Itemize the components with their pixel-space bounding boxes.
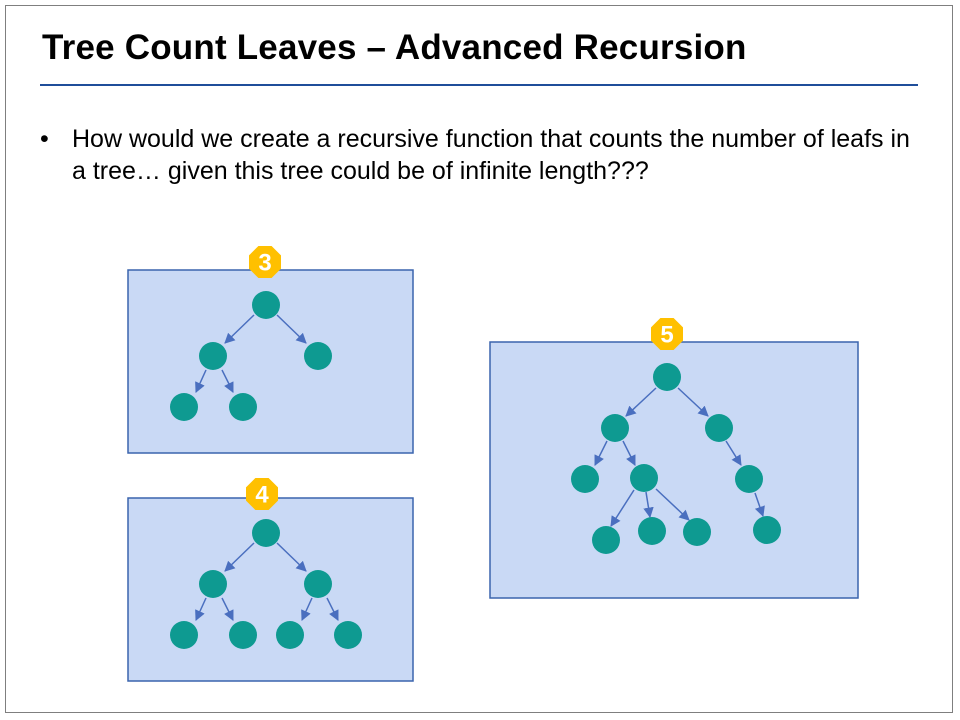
tree-1-node-leaf [304, 342, 332, 370]
tree-3-node-root [653, 363, 681, 391]
tree-2-node-leaf [334, 621, 362, 649]
tree-1-node-leaf [170, 393, 198, 421]
tree-1-node [199, 342, 227, 370]
tree-3-node-leaf [571, 465, 599, 493]
leaf-count-badge-1: 3 [249, 246, 281, 278]
tree-2-node-root [252, 519, 280, 547]
tree-3-node-leaf [592, 526, 620, 554]
leaf-count-badge-3: 5 [651, 318, 683, 350]
tree-2-node-leaf [229, 621, 257, 649]
tree-3-node-leaf [638, 517, 666, 545]
leaf-count-label: 4 [255, 482, 269, 509]
leaf-count-label: 5 [660, 322, 673, 349]
trees-diagram: 3 4 5 [127, 246, 859, 682]
tree-panel-3: 5 [489, 318, 859, 599]
tree-panel-1: 3 [127, 246, 414, 454]
tree-1-node-leaf [229, 393, 257, 421]
tree-1-node-root [252, 291, 280, 319]
tree-2-node [199, 570, 227, 598]
tree-3-node-leaf [753, 516, 781, 544]
tree-3-node [601, 414, 629, 442]
tree-3-node-leaf [683, 518, 711, 546]
tree-2-node-leaf [170, 621, 198, 649]
tree-3-node [630, 464, 658, 492]
tree-panel-2: 4 [127, 478, 414, 682]
leaf-count-label: 3 [258, 250, 271, 277]
tree-3-node [735, 465, 763, 493]
tree-2-node-leaf [276, 621, 304, 649]
leaf-count-badge-2: 4 [246, 478, 278, 510]
tree-3-node [705, 414, 733, 442]
tree-2-node [304, 570, 332, 598]
